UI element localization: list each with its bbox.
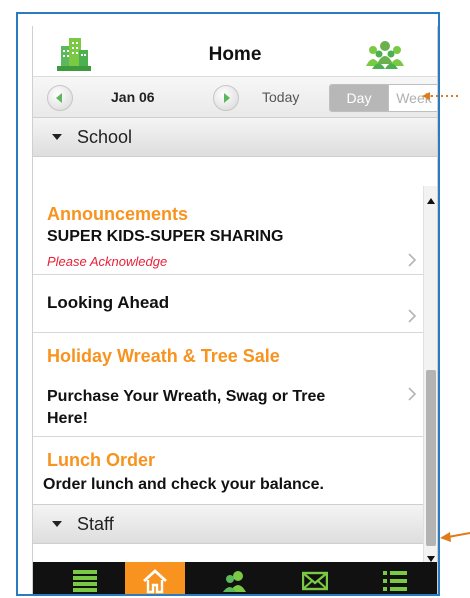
chevron-right-icon xyxy=(408,309,417,323)
item-title: SUPER KIDS-SUPER SHARING xyxy=(47,228,284,245)
annotation-arrow-solid xyxy=(440,532,470,542)
list-item-holiday-wreath[interactable]: Holiday Wreath & Tree Sale Purchase Your… xyxy=(33,332,423,437)
mail-icon xyxy=(302,571,328,591)
app-header: Home xyxy=(33,26,437,76)
annotation-arrow-dotted xyxy=(422,92,460,100)
chevron-right-icon xyxy=(408,253,417,267)
screenshot-frame: Home Jan 06 Today Day Week School Announ… xyxy=(16,12,440,596)
item-title-line2: Here! xyxy=(47,410,88,427)
item-category: Announcements xyxy=(47,204,189,224)
acknowledge-status: Please Acknowledge xyxy=(47,254,168,269)
tab-list[interactable] xyxy=(55,562,115,594)
today-button[interactable]: Today xyxy=(262,89,299,105)
caret-down-icon xyxy=(52,521,62,527)
list-icon xyxy=(73,570,97,592)
school-list: Announcements SUPER KIDS-SUPER SHARING P… xyxy=(33,186,437,502)
section-header-school[interactable]: School xyxy=(33,117,437,157)
contacts-icon xyxy=(223,571,246,592)
previous-date-button[interactable] xyxy=(47,85,73,111)
tab-contacts[interactable] xyxy=(205,562,265,594)
bottom-tab-bar xyxy=(33,562,437,594)
item-category: Lunch Order xyxy=(47,450,156,470)
item-title: Looking Ahead xyxy=(47,293,170,312)
item-title-line1: Purchase Your Wreath, Swag or Tree xyxy=(47,388,326,405)
list-item-looking-ahead[interactable]: Looking Ahead xyxy=(33,274,423,333)
date-navigation-bar: Jan 06 Today Day Week xyxy=(33,76,437,118)
tab-home[interactable] xyxy=(125,562,185,594)
scrollbar-thumb[interactable] xyxy=(426,370,436,546)
item-category: Holiday Wreath & Tree Sale xyxy=(47,346,280,366)
menu-icon xyxy=(383,571,407,591)
next-date-button[interactable] xyxy=(213,85,239,111)
tab-mail[interactable] xyxy=(285,562,345,594)
arrow-left-icon xyxy=(56,93,62,103)
section-label: School xyxy=(77,127,133,147)
day-view-button[interactable]: Day xyxy=(330,85,388,111)
section-label: Staff xyxy=(77,514,114,534)
caret-down-icon xyxy=(52,134,62,140)
vertical-scrollbar[interactable] xyxy=(423,186,437,578)
app-screen: Home Jan 06 Today Day Week School Announ… xyxy=(32,26,438,594)
home-icon xyxy=(143,569,167,594)
chevron-right-icon xyxy=(408,387,417,401)
list-item-announcements[interactable]: Announcements SUPER KIDS-SUPER SHARING P… xyxy=(33,186,423,275)
list-item-lunch-order[interactable]: Lunch Order Order lunch and check your b… xyxy=(33,436,423,502)
item-title: Order lunch and check your balance. xyxy=(43,476,324,493)
tab-menu[interactable] xyxy=(365,562,425,594)
section-header-staff[interactable]: Staff xyxy=(33,504,423,544)
scroll-up-icon[interactable] xyxy=(427,198,435,204)
people-group-icon[interactable] xyxy=(363,40,407,70)
current-date: Jan 06 xyxy=(111,89,155,105)
arrow-right-icon xyxy=(224,93,230,103)
